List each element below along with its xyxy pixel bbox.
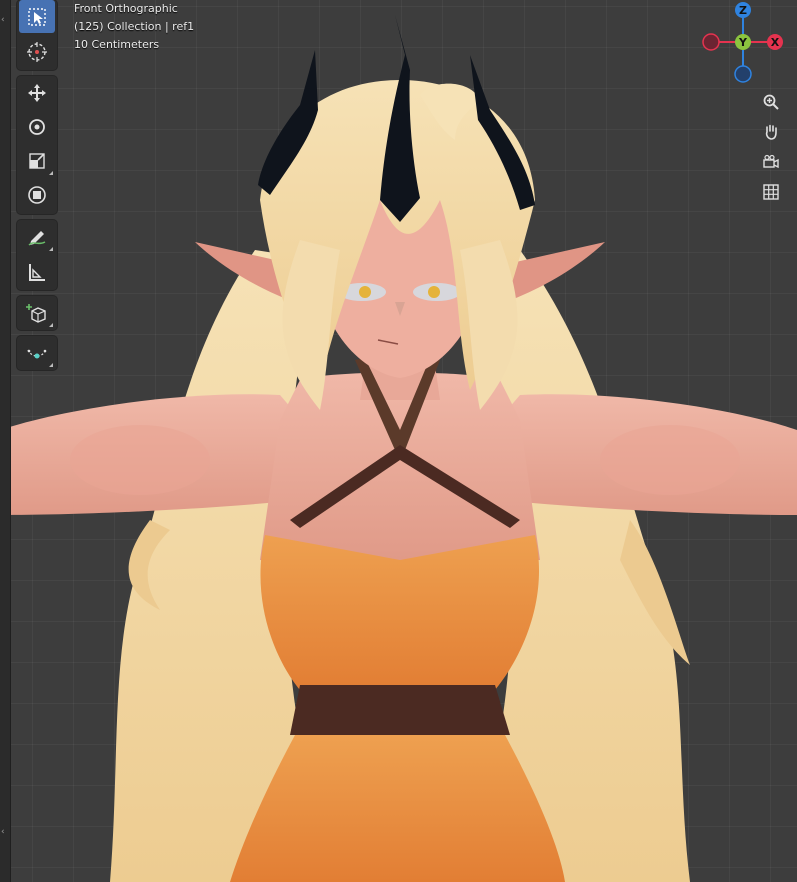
grid-perspective-button[interactable]: [758, 179, 784, 205]
y-label: Y: [738, 36, 748, 49]
grid-perspective-icon: [763, 184, 779, 200]
axis-neg-z: [734, 65, 752, 83]
transform-icon: [28, 185, 46, 204]
chevron-left-icon[interactable]: ‹: [1, 16, 5, 25]
tool-group-add: [17, 296, 57, 330]
tool-group-annotate: [17, 220, 57, 290]
camera-view-button[interactable]: [758, 149, 784, 175]
axis-neg-x: [702, 33, 720, 51]
zoom-icon: [763, 94, 779, 110]
scale-tool[interactable]: [19, 144, 55, 177]
torso: [260, 372, 540, 560]
transform-tool[interactable]: [19, 178, 55, 211]
pan-button[interactable]: [758, 119, 784, 145]
cursor-icon: [27, 41, 47, 62]
grid-scale: 10 Centimeters: [74, 38, 160, 51]
move-tool[interactable]: [19, 76, 55, 109]
belt: [290, 685, 510, 735]
z-label: Z: [739, 4, 747, 17]
view-name: Front Orthographic: [74, 2, 178, 15]
tool-group-transform: [17, 76, 57, 214]
scale-icon: [29, 152, 45, 169]
tool-group-curve: [17, 336, 57, 370]
extrude-curve-tool[interactable]: [19, 336, 55, 369]
rotate-icon: [29, 118, 45, 135]
rotate-tool[interactable]: [19, 110, 55, 143]
measure-tool[interactable]: [19, 255, 55, 288]
x-label: X: [771, 36, 780, 49]
measure-icon: [29, 263, 45, 281]
annotate-icon: [28, 230, 46, 246]
zoom-button[interactable]: [758, 89, 784, 115]
camera-view-icon: [763, 154, 779, 169]
pan-hand-icon: [765, 124, 777, 140]
select-box-tool[interactable]: [19, 0, 55, 33]
viewport-info: Front Orthographic (125) Collection | re…: [74, 0, 194, 54]
extrude-curve-icon: [27, 349, 47, 358]
left-panel-edge[interactable]: ‹ ‹: [0, 0, 11, 882]
select-box-icon: [28, 7, 46, 26]
cursor-tool[interactable]: [19, 35, 55, 68]
collection-info: (125) Collection | ref1: [74, 20, 195, 33]
chevron-left-icon[interactable]: ‹: [1, 828, 5, 837]
tool-group-select: [17, 0, 57, 70]
move-icon: [28, 83, 46, 102]
annotate-tool[interactable]: [19, 220, 55, 253]
add-cube-icon: [26, 303, 46, 323]
character-model: [0, 15, 797, 882]
add-cube-tool[interactable]: [19, 296, 55, 329]
navigation-gizmo[interactable]: Z Y X: [700, 0, 790, 85]
